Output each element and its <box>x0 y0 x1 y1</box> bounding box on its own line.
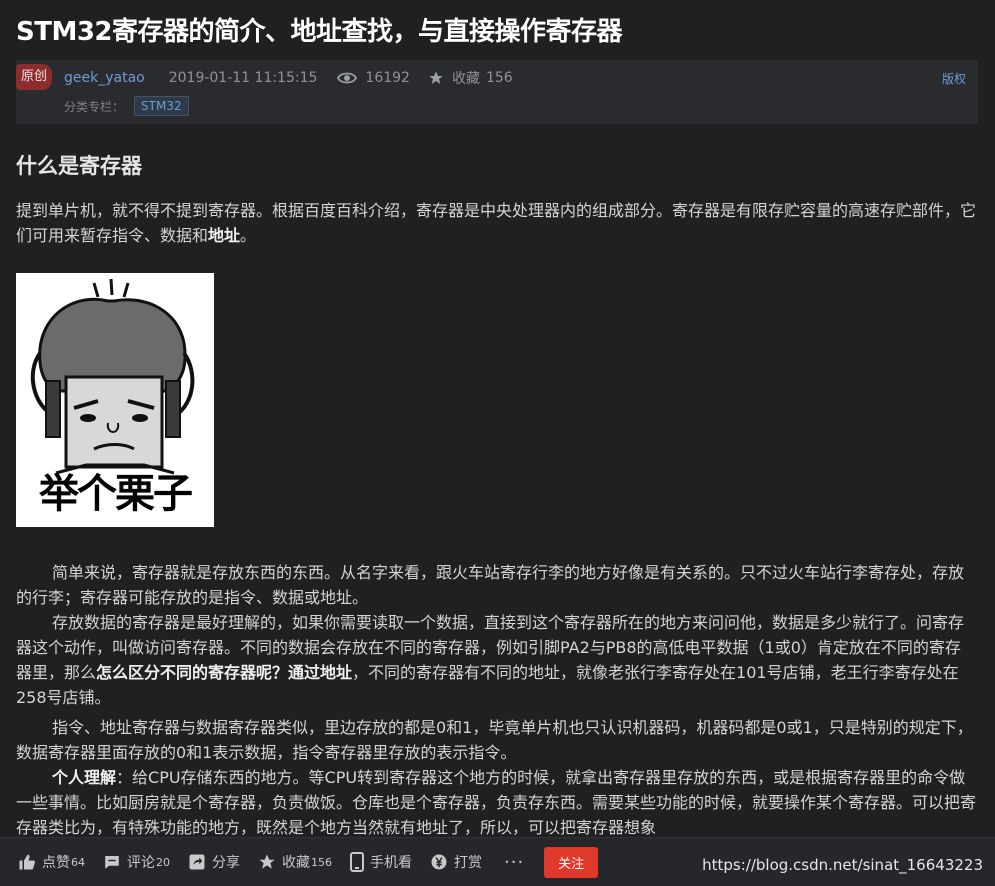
comment-button[interactable]: 评论 20 <box>103 852 170 872</box>
section-heading: 什么是寄存器 <box>16 154 142 178</box>
favorite-label[interactable]: 收藏 <box>452 68 480 88</box>
favorite-label: 收藏 <box>282 855 310 871</box>
yen-coin-icon <box>431 854 447 870</box>
url-watermark: https://blog.csdn.net/sinat_16643223 <box>702 856 983 874</box>
author-link[interactable]: geek_yatao <box>64 70 145 86</box>
favorite-button[interactable]: 收藏 156 <box>258 852 332 872</box>
mobile-view-label: 手机看 <box>370 855 412 871</box>
comment-count: 20 <box>156 855 170 869</box>
original-badge: 原创 <box>16 64 52 90</box>
share-button[interactable]: 分享 <box>188 852 240 872</box>
bottom-toolbar: 点赞 64 评论 20 分享 收藏 156 手机看 打赏 ··· 关注 https:/… <box>0 837 995 886</box>
paragraph-data-register: 存放数据的寄存器是最好理解的，如果你需要读取一个数据，直接到这个寄存器所在的地方… <box>16 613 965 707</box>
mobile-view-button[interactable]: 手机看 <box>350 852 412 872</box>
eye-icon <box>337 71 358 85</box>
copyright-link[interactable]: 版权 <box>942 70 966 87</box>
publish-date: 2019-01-11 11:15:15 <box>168 70 318 86</box>
article-title: STM32寄存器的简介、地址查找，与直接操作寄存器 <box>16 17 623 47</box>
meta-row: geek_yatao 2019-01-11 11:15:15 16192 收藏 … <box>64 68 513 88</box>
comment-label: 评论 <box>127 855 155 871</box>
phone-icon <box>350 852 364 872</box>
meme-caption: 举个栗子 <box>39 471 193 517</box>
like-label: 点赞 <box>42 855 70 871</box>
like-button[interactable]: 点赞 64 <box>18 852 85 872</box>
more-options-icon[interactable]: ··· <box>504 852 524 873</box>
comment-icon <box>105 856 119 869</box>
article-meta-box: 原创 geek_yatao 2019-01-11 11:15:15 16192 … <box>16 60 978 124</box>
view-count: 16192 <box>365 70 410 86</box>
tip-label: 打赏 <box>454 855 482 871</box>
thumbs-up-icon <box>19 854 35 870</box>
paragraph-simple: 简单来说，寄存器就是存放东西的东西。从名字来看，跟火车站寄存行李的地方好像是有关… <box>16 563 965 607</box>
star-icon[interactable] <box>428 70 444 86</box>
paragraph-instruction-register: 指令、地址寄存器与数据寄存器类似，里边存放的都是0和1，毕竟单片机也只认识机器码… <box>16 718 973 762</box>
share-icon <box>189 854 205 870</box>
tip-button[interactable]: 打赏 <box>430 852 482 872</box>
share-label: 分享 <box>212 855 240 871</box>
meme-image: 举个栗子 <box>16 273 214 527</box>
favorite-count: 156 <box>485 70 513 86</box>
paragraph-personal-understanding: 个人理解：给CPU存储东西的地方。等CPU转到寄存器这个地方的时候，就拿出寄存器… <box>16 768 976 837</box>
star-icon <box>259 854 275 869</box>
favorite-count: 156 <box>311 855 332 869</box>
category-row: 分类专栏： STM32 <box>64 96 189 116</box>
like-count: 64 <box>71 855 85 869</box>
category-label: 分类专栏： <box>64 99 125 114</box>
paragraph-intro: 提到单片机，就不得不提到寄存器。根据百度百科介绍，寄存器是中央处理器内的组成部分… <box>16 201 977 245</box>
category-tag-stm32[interactable]: STM32 <box>134 96 189 116</box>
follow-button[interactable]: 关注 <box>544 846 599 878</box>
